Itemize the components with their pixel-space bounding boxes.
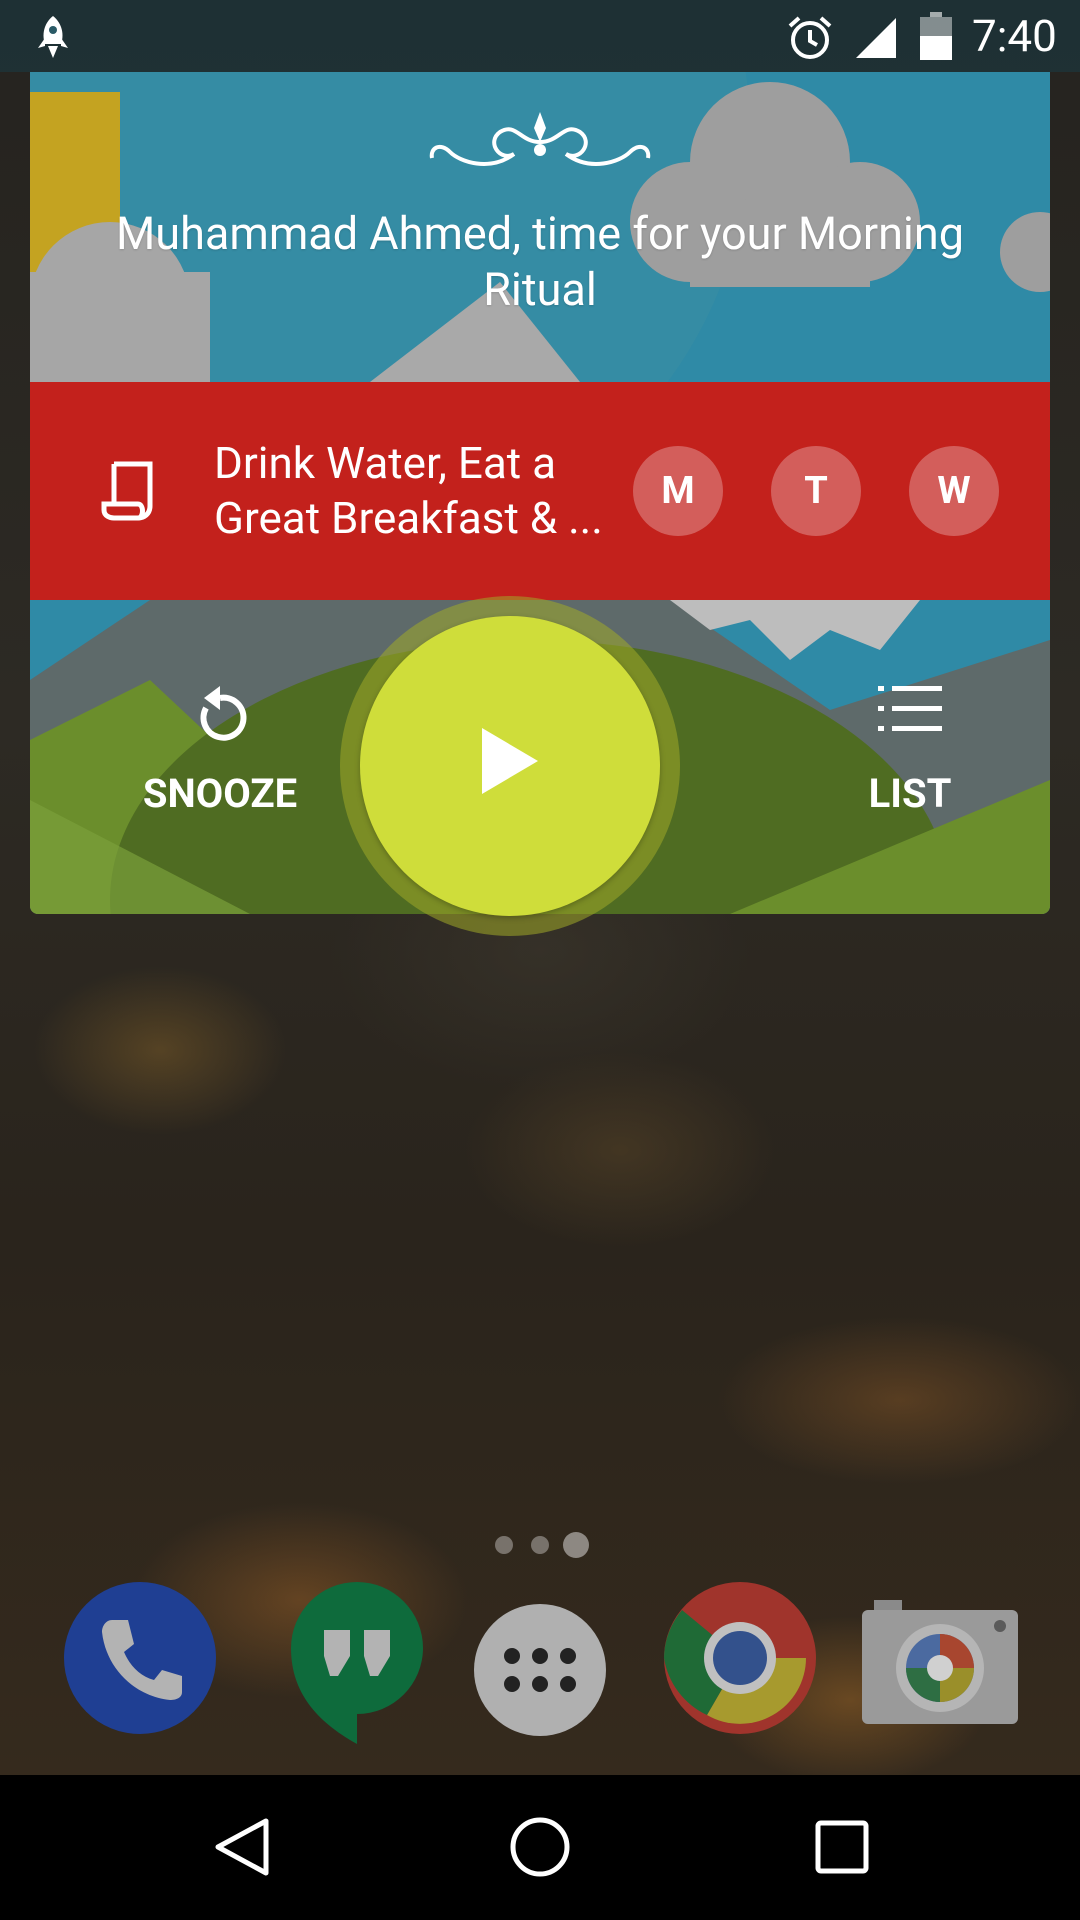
phone-icon[interactable] [62, 1580, 218, 1740]
signal-icon [854, 16, 898, 64]
page-indicator [494, 1530, 594, 1564]
battery-icon [920, 12, 952, 64]
snooze-icon [200, 686, 247, 741]
chrome-icon[interactable] [662, 1580, 818, 1740]
day-circle-w[interactable]: W [909, 446, 999, 536]
rocket-icon [36, 14, 70, 64]
habit-name[interactable]: Drink Water, Eat a Great Breakfast & ... [214, 436, 644, 546]
recents-icon[interactable] [810, 1815, 874, 1883]
home-icon[interactable] [508, 1815, 572, 1883]
status-bar: 7:40 [0, 0, 1080, 72]
ritual-title: Muhammad Ahmed, time for your Morning Ri… [116, 207, 964, 316]
back-icon[interactable] [210, 1815, 274, 1883]
widget-header: Muhammad Ahmed, time for your Morning Ri… [30, 72, 1050, 382]
play-button[interactable] [360, 616, 660, 916]
day-circle-m[interactable]: M [633, 446, 723, 536]
list-icon [878, 686, 942, 731]
scroll-icon [100, 458, 156, 526]
list-button[interactable]: LIST [810, 684, 1010, 817]
app-drawer-icon[interactable] [474, 1604, 606, 1740]
clock: 7:40 [972, 10, 1057, 62]
camera-icon[interactable] [862, 1600, 1018, 1730]
alarm-icon [786, 14, 834, 66]
snooze-button[interactable]: SNOOZE [120, 684, 320, 817]
navigation-bar [0, 1775, 1080, 1920]
habit-name-line-1: Drink Water, Eat a [214, 437, 557, 489]
hangouts-icon[interactable] [274, 1580, 440, 1750]
day-circle-t[interactable]: T [771, 446, 861, 536]
dock [0, 1580, 1080, 1775]
snooze-label: SNOOZE [142, 770, 298, 817]
list-label: LIST [868, 770, 952, 817]
habit-name-line-2: Great Breakfast & ... [214, 492, 603, 544]
habit-bar[interactable]: Drink Water, Eat a Great Breakfast & ...… [30, 382, 1050, 600]
play-icon [482, 728, 538, 794]
ornament-icon [420, 102, 660, 186]
